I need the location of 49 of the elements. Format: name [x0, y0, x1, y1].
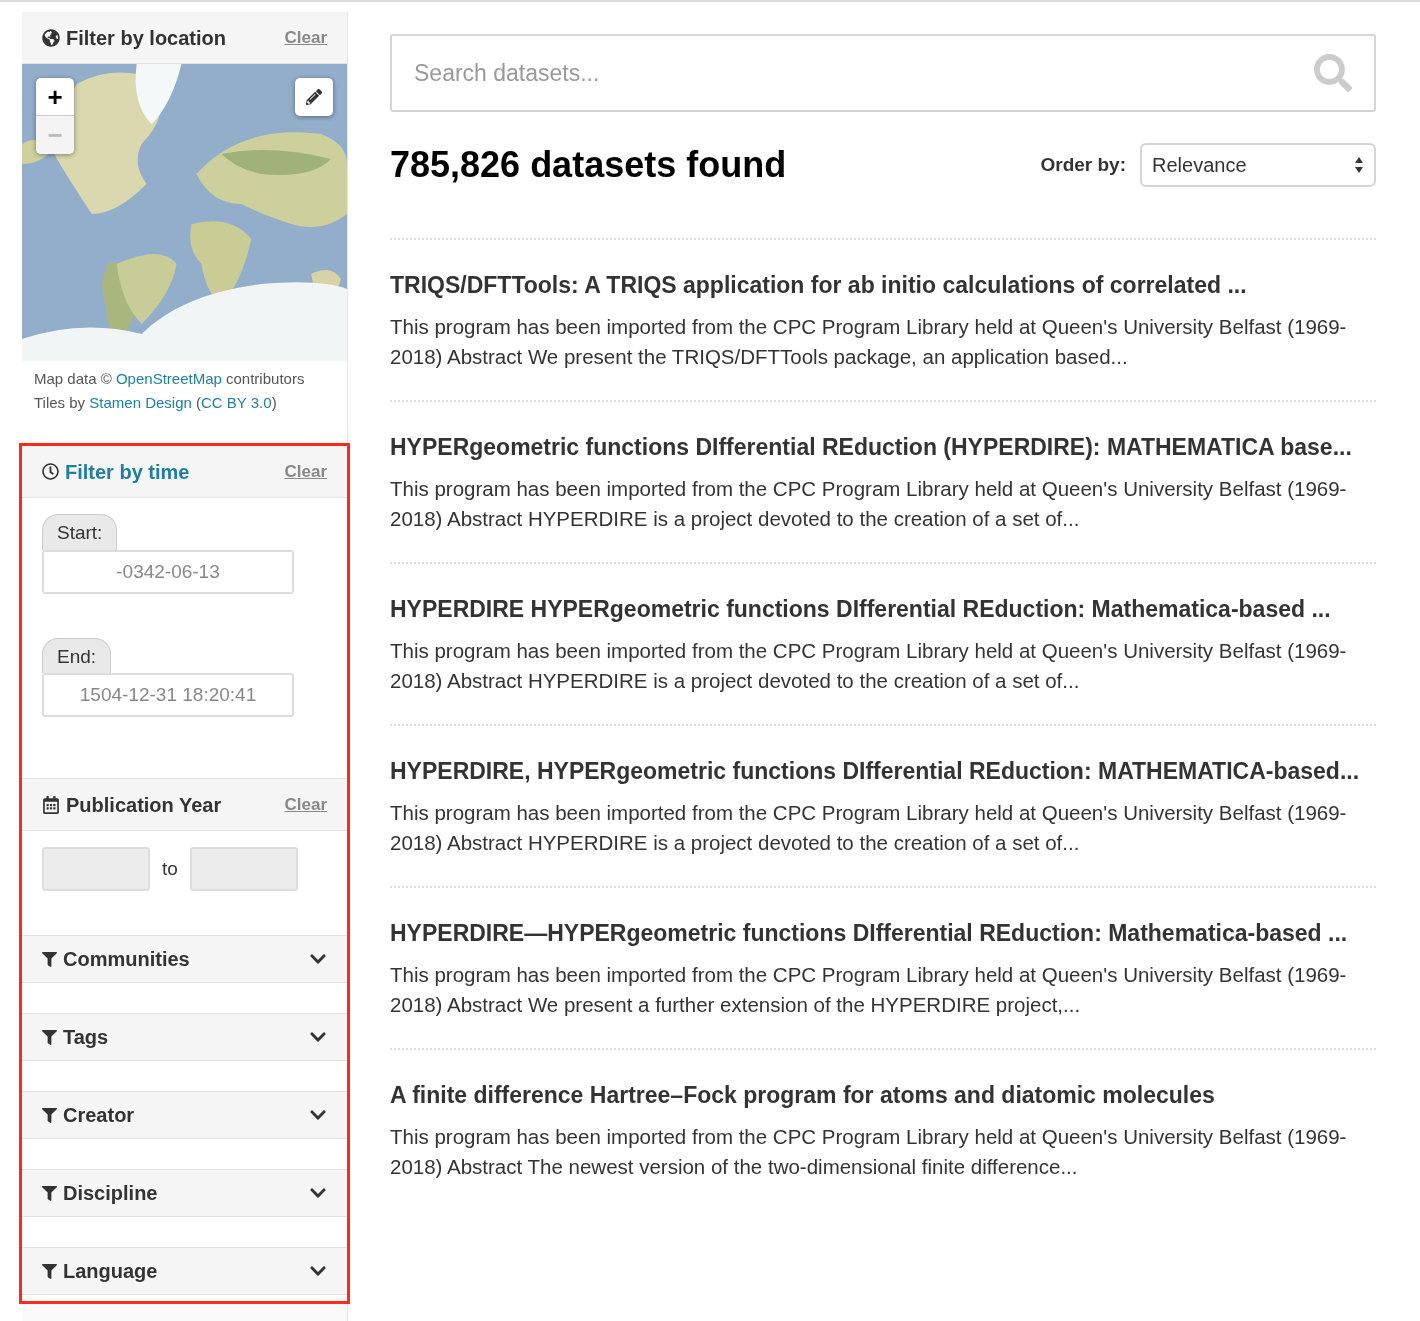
filter-title: Filter by time: [65, 459, 190, 485]
filter-title: Filter by location: [66, 25, 227, 51]
filter-icon: [42, 1029, 57, 1045]
attribution-link[interactable]: OpenStreetMap: [115, 370, 222, 387]
draw-button[interactable]: [295, 78, 333, 116]
result-title[interactable]: TRIQS/DFTTools: A TRIQS application for ab initio calculations of correlated ...: [390, 270, 1376, 300]
filter-icon: [42, 1263, 57, 1279]
date-field[interactable]: -0342-06-13: [42, 549, 294, 594]
facet-header[interactable]: Creator: [22, 1091, 347, 1139]
date-label: Start:: [42, 514, 118, 550]
result-description: This program has been imported from the CPC Program Library held at Queen's University Belfast (1969-2018) Abstract The newest version of the two-dimensional finite difference...: [390, 1124, 1348, 1180]
date-field[interactable]: 1504-12-31 18:20:41: [42, 673, 294, 717]
date-label: End:: [42, 637, 112, 673]
result-description: This program has been imported from the CPC Program Library held at Queen's University Belfast (1969-2018) Abstract HYPERDIRE is a project devoted to the creation of a set of...: [390, 638, 1348, 694]
result-description: This program has been imported from the CPC Program Library held at Queen's University Belfast (1969-2018) Abstract We present the TRIQS/DFTTools package, an application based...: [390, 314, 1348, 370]
result-description: This program has been imported from the CPC Program Library held at Queen's University Belfast (1969-2018) Abstract HYPERDIRE is a project devoted to the creation of a set of...: [390, 800, 1348, 856]
search-icon: [1314, 54, 1352, 92]
range-separator: to: [162, 857, 178, 881]
results-count: 785,826 datasets found: [390, 143, 787, 187]
order-label: Order by:: [1040, 152, 1126, 177]
year-to-field[interactable]: [189, 847, 298, 891]
facet-header[interactable]: Tags: [22, 1013, 347, 1061]
globe-icon: [42, 28, 60, 47]
calendar-icon: [42, 795, 60, 814]
filter-icon: [42, 951, 57, 967]
filter-title: Publication Year: [66, 792, 222, 818]
result-description: This program has been imported from the CPC Program Library held at Queen's University Belfast (1969-2018) Abstract HYPERDIRE is a project devoted to the creation of a set of...: [390, 476, 1348, 532]
attribution-link[interactable]: CC BY 3.0: [201, 394, 272, 411]
result-title[interactable]: HYPERgeometric functions DIfferential REduction (HYPERDIRE): MATHEMATICA base...: [390, 432, 1376, 462]
order-select[interactable]: Relevance: [1140, 143, 1376, 187]
attribution-text: Tiles by Stamen Design (CC BY 3.0): [34, 393, 278, 413]
result-title[interactable]: HYPERDIRE—HYPERgeometric functions DIfferential REduction: Mathematica-based ...: [390, 918, 1376, 948]
year-from-field[interactable]: [42, 847, 150, 891]
search-input[interactable]: Search datasets...: [414, 55, 1314, 91]
attribution-text: Map data © OpenStreetMap contributors: [34, 369, 306, 389]
pencil-icon: [306, 89, 322, 105]
result-title[interactable]: A finite difference Hartree–Fock program for atoms and diatomic molecules: [390, 1080, 1376, 1110]
facet-header[interactable]: Discipline: [22, 1169, 347, 1217]
filter-icon: [42, 1185, 57, 1201]
filter-icon: [42, 1107, 57, 1123]
result-title[interactable]: HYPERDIRE HYPERgeometric functions DIfferential REduction: Mathematica-based ...: [390, 594, 1376, 624]
result-title[interactable]: HYPERDIRE, HYPERgeometric functions DIfferential REduction: MATHEMATICA-based...: [390, 756, 1376, 786]
attribution-link[interactable]: Stamen Design: [89, 394, 192, 411]
sort-arrows-icon: [1354, 156, 1364, 174]
clock-icon: [42, 463, 59, 480]
search-field[interactable]: Search datasets...: [390, 34, 1376, 112]
facet-header[interactable]: Communities: [22, 935, 347, 983]
facet-header[interactable]: Language: [22, 1247, 347, 1295]
result-description: This program has been imported from the CPC Program Library held at Queen's University Belfast (1969-2018) Abstract We present a further extension of the HYPERDIRE project,...: [390, 962, 1348, 1018]
